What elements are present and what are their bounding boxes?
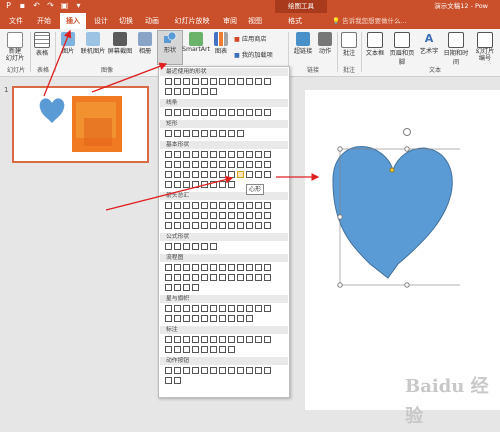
baidu-watermark: Baidu 经验 <box>405 376 489 427</box>
arrow-to-shapes-button <box>91 62 168 93</box>
arrow-to-insert-tab <box>43 29 72 97</box>
arrow-to-heart-option <box>105 175 234 211</box>
annotation-arrows <box>43 29 320 211</box>
